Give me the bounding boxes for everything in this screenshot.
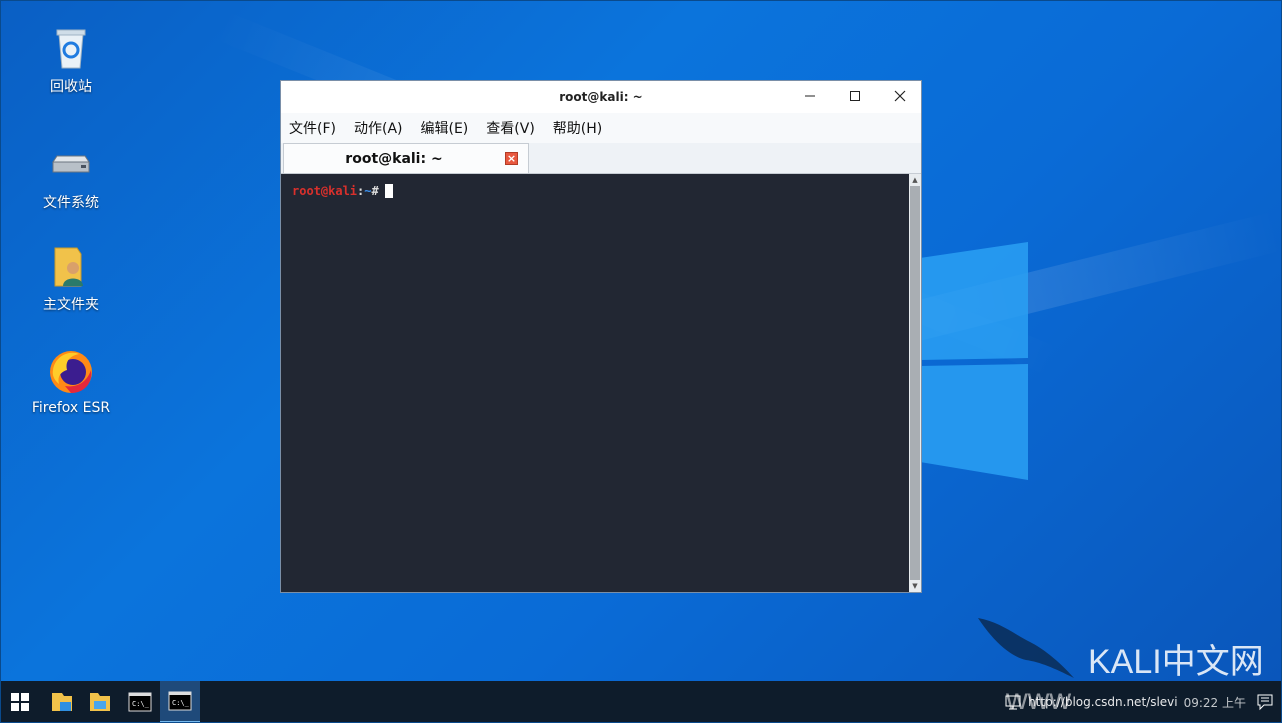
- maximize-icon: [849, 91, 860, 101]
- taskbar-terminal-active[interactable]: C:\_: [160, 681, 200, 723]
- menu-help[interactable]: 帮助(H): [553, 118, 602, 138]
- recycle-bin-icon: [47, 24, 95, 72]
- desktop-icon-label: Firefox ESR: [31, 400, 111, 416]
- terminal-area[interactable]: root@kali:~#: [281, 174, 909, 592]
- close-icon: [894, 90, 905, 102]
- close-button[interactable]: [877, 81, 922, 111]
- minimize-button[interactable]: [787, 81, 832, 111]
- desktop-icon-label: 回收站: [50, 79, 92, 95]
- text-cursor: [384, 184, 393, 198]
- taskbar-home-folder[interactable]: [42, 681, 82, 723]
- kali-dragon-watermark: [978, 618, 1074, 678]
- home-folder-icon: [47, 242, 95, 290]
- firefox-icon: [47, 348, 95, 396]
- menu-file[interactable]: 文件(F): [289, 118, 336, 138]
- tab-label: root@kali: ~: [345, 151, 443, 167]
- terminal-icon: C:\_: [168, 691, 192, 711]
- svg-text:C:\_: C:\_: [172, 699, 190, 707]
- shell-prompt: root@kali:~#: [292, 184, 393, 198]
- prompt-path: ~: [364, 184, 372, 198]
- menu-view[interactable]: 查看(V): [486, 118, 535, 138]
- desktop-icon-firefox[interactable]: Firefox ESR: [26, 348, 116, 416]
- window-titlebar[interactable]: root@kali: ~: [281, 81, 921, 113]
- taskbar: C:\_ C:\_ www http://blog.csdn.net/slevi…: [0, 681, 1282, 723]
- taskbar-file-manager[interactable]: [80, 681, 120, 723]
- desktop-icon-label: 主文件夹: [43, 297, 99, 313]
- terminal-icon: C:\_: [128, 692, 152, 712]
- desktop-icon-file-system[interactable]: 文件系统: [26, 140, 116, 212]
- tray-url-text: http://blog.csdn.net/slevi: [1028, 695, 1178, 709]
- tab-bar: root@kali: ~ ×: [281, 143, 921, 174]
- scrollbar-thumb[interactable]: [910, 186, 920, 580]
- prompt-symbol: #: [371, 184, 379, 198]
- watermark-brand: KALI中文网: [1088, 643, 1264, 681]
- notification-icon[interactable]: [1256, 693, 1274, 711]
- network-icon[interactable]: [1004, 693, 1024, 711]
- minimize-icon: [804, 95, 815, 97]
- taskbar-terminal-launcher[interactable]: C:\_: [120, 681, 160, 723]
- terminal-scrollbar[interactable]: ▲ ▼: [909, 174, 921, 592]
- tab-close-icon[interactable]: ×: [505, 152, 518, 165]
- terminal-window[interactable]: root@kali: ~ 文件(F) 动作(A) 编辑(E) 查看(V) 帮助(…: [280, 80, 922, 593]
- desktop-icon-home-folder[interactable]: 主文件夹: [26, 242, 116, 314]
- scroll-down-icon[interactable]: ▼: [909, 580, 921, 592]
- prompt-user-host: root@kali: [292, 184, 358, 198]
- svg-text:C:\_: C:\_: [132, 700, 150, 708]
- terminal-tab[interactable]: root@kali: ~ ×: [283, 143, 529, 173]
- desktop-icon-recycle-bin[interactable]: 回收站: [26, 24, 116, 96]
- start-button[interactable]: [0, 681, 40, 723]
- menu-action[interactable]: 动作(A): [354, 118, 403, 138]
- menu-edit[interactable]: 编辑(E): [421, 118, 469, 138]
- menu-bar: 文件(F) 动作(A) 编辑(E) 查看(V) 帮助(H): [281, 113, 921, 143]
- windows-start-icon: [11, 693, 29, 711]
- desktop-icon-label: 文件系统: [43, 195, 99, 211]
- folder-icon: [90, 693, 110, 711]
- tray-clock[interactable]: 09:22 上午: [1184, 694, 1246, 711]
- system-tray: http://blog.csdn.net/slevi 09:22 上午: [1004, 681, 1274, 723]
- home-folder-icon: [52, 693, 72, 711]
- drive-icon: [47, 140, 95, 188]
- scroll-up-icon[interactable]: ▲: [909, 174, 921, 186]
- maximize-button[interactable]: [832, 81, 877, 111]
